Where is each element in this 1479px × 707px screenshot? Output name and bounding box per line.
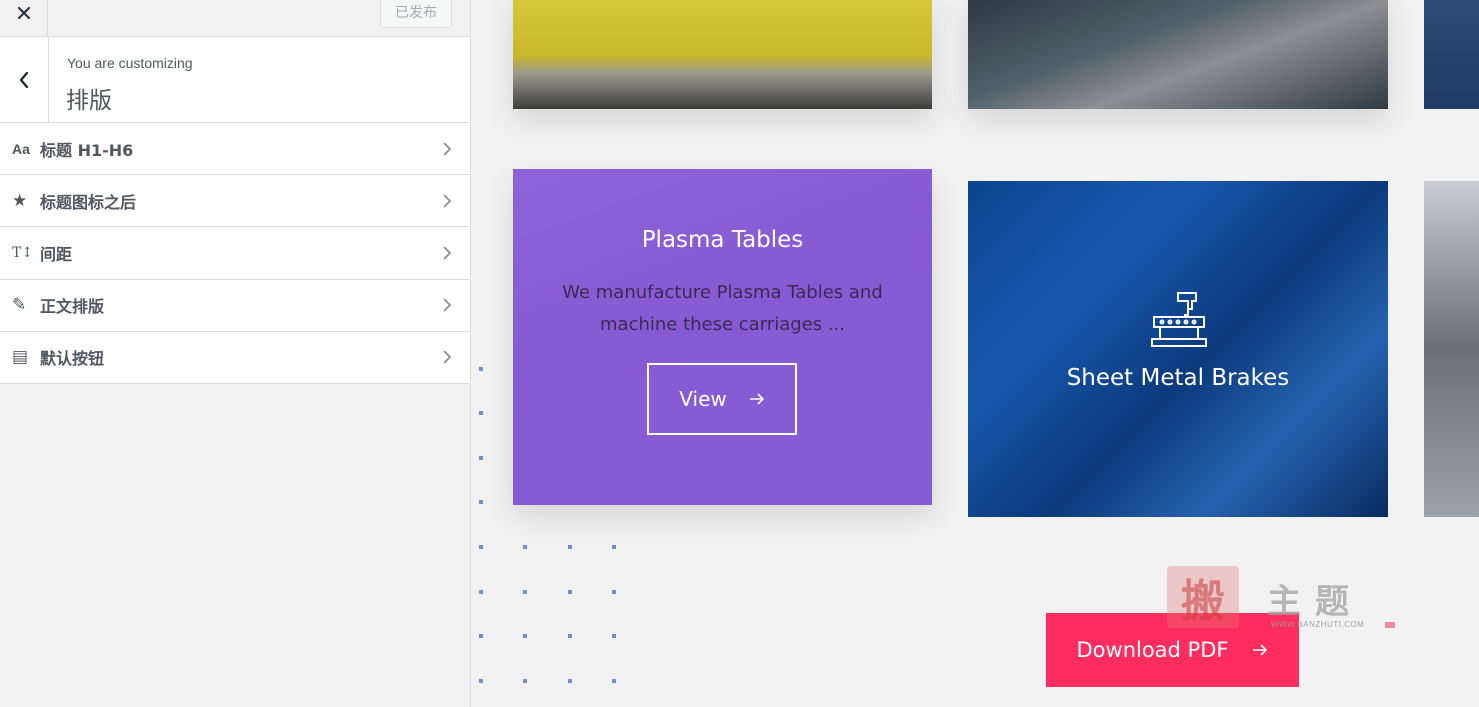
watermark-text: 主题	[1267, 582, 1363, 622]
chevron-right-icon	[443, 141, 452, 156]
product-image-top-3[interactable]	[1424, 0, 1479, 109]
decorative-dot	[523, 590, 527, 594]
decorative-dot	[568, 634, 572, 638]
chevron-right-icon	[443, 194, 452, 208]
arrow-right-icon	[1253, 644, 1268, 656]
chevron-right-icon	[443, 298, 452, 312]
menu-item-label: 间距	[40, 244, 73, 264]
publish-button[interactable]: 已发布	[380, 0, 452, 28]
customizer-sidebar: 已发布 You are customizing 排版 Aa 标题 H1-H6 ★…	[0, 0, 471, 707]
site-preview: Plasma Tables We manufacture Plasma Tabl…	[471, 0, 1479, 707]
menu-item-headings[interactable]: Aa 标题 H1-H6	[0, 123, 470, 176]
close-button[interactable]	[0, 0, 48, 36]
section-title: 排版	[66, 88, 112, 114]
menu-item-label: 标题图标之后	[40, 192, 137, 212]
product-image-top-1[interactable]	[513, 0, 932, 109]
customizer-header: 已发布	[0, 0, 470, 37]
decorative-dot	[479, 500, 483, 504]
menu-item-spacing[interactable]: T↕ 间距	[0, 227, 470, 280]
watermark-bar	[1385, 622, 1395, 628]
section-header: You are customizing 排版	[0, 37, 470, 123]
machine-icon	[1151, 292, 1207, 347]
decorative-dot	[523, 634, 527, 638]
close-icon	[17, 6, 30, 20]
decorative-dot	[523, 545, 527, 549]
decorative-dot	[568, 679, 572, 683]
decorative-dot	[568, 545, 572, 549]
product-image-top-2[interactable]	[968, 0, 1388, 109]
download-pdf-label: Download PDF	[1076, 638, 1229, 662]
chevron-left-icon	[19, 71, 29, 88]
menu-item-label: 默认按钮	[40, 349, 105, 369]
arrow-right-icon	[749, 393, 764, 405]
decorative-dot	[612, 679, 616, 683]
decorative-dot	[479, 590, 483, 594]
decorative-dot	[612, 545, 616, 549]
decorative-dot	[612, 634, 616, 638]
menu-item-default-button[interactable]: ▤ 默认按钮	[0, 331, 470, 384]
menu-item-label: 标题 H1-H6	[40, 140, 134, 160]
card-title: Sheet Metal Brakes	[1066, 365, 1290, 391]
spacing-icon: T↕	[12, 244, 34, 261]
back-button[interactable]	[0, 37, 49, 122]
edit-icon: ✎	[12, 295, 27, 315]
card-title: Plasma Tables	[641, 227, 804, 253]
decorative-dot	[568, 590, 572, 594]
view-button-label: View	[679, 387, 727, 411]
decorative-dot	[479, 545, 483, 549]
menu-item-after-heading-icon[interactable]: ★ 标题图标之后	[0, 175, 470, 228]
decorative-dot	[479, 634, 483, 638]
button-icon: ▤	[12, 347, 29, 367]
product-card-plasma[interactable]: Plasma Tables We manufacture Plasma Tabl…	[513, 169, 932, 505]
text-size-icon: Aa	[12, 140, 30, 157]
card-description: We manufacture Plasma Tables and machine…	[562, 282, 883, 335]
view-button[interactable]: View	[647, 363, 797, 435]
section-menu: Aa 标题 H1-H6 ★ 标题图标之后 T↕ 间距 ✎ 正文排版 ▤ 默认按钮	[0, 123, 470, 384]
product-image-mid-3[interactable]	[1424, 181, 1479, 517]
decorative-dot	[479, 367, 483, 371]
product-card-sheet-metal[interactable]: Sheet Metal Brakes	[968, 181, 1388, 517]
watermark: 搬 主题 WWW.BANZHUTI.COM	[1167, 566, 1397, 636]
customizing-label: You are customizing	[67, 55, 193, 71]
watermark-seal: 搬	[1167, 566, 1239, 628]
decorative-dot	[612, 590, 616, 594]
menu-item-label: 正文排版	[40, 297, 105, 317]
menu-item-body-typography[interactable]: ✎ 正文排版	[0, 279, 470, 332]
chevron-right-icon	[443, 350, 452, 364]
decorative-dot	[523, 679, 527, 683]
watermark-url: WWW.BANZHUTI.COM	[1271, 620, 1365, 629]
star-icon: ★	[12, 190, 28, 210]
decorative-dot	[479, 456, 483, 460]
decorative-dot	[479, 679, 483, 683]
chevron-right-icon	[443, 246, 452, 260]
decorative-dot	[479, 411, 483, 415]
